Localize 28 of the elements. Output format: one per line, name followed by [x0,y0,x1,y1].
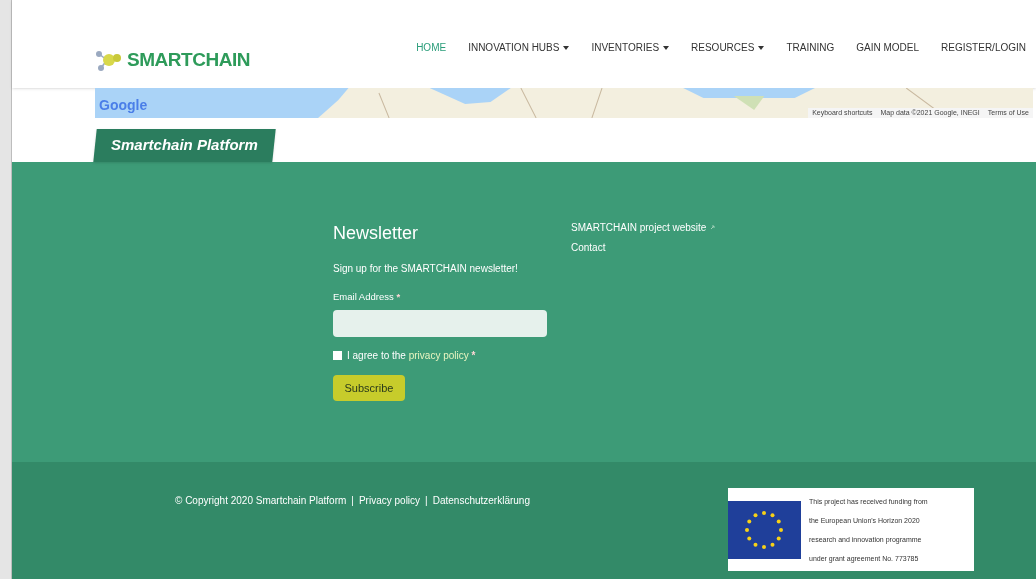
subscribe-button[interactable]: Subscribe [333,375,405,402]
eu-flag-icon [728,500,801,559]
newsletter-intro: Sign up for the SMARTCHAIN newsletter! [333,262,519,276]
external-link-icon [710,225,716,230]
google-logo: Google [99,96,148,115]
email-field[interactable] [333,310,547,338]
nav-link[interactable]: RESOURCES [691,40,765,55]
footer-link[interactable]: Datenschutzerklärung [432,493,530,508]
section-title: Smartchain Platform [111,135,258,156]
footer-link[interactable]: Privacy policy [358,493,421,508]
nav-link[interactable]: TRAINING [786,40,835,55]
agree-text: I agree to the privacy policy * [347,349,476,364]
nav-link[interactable]: GAIN MODEL [856,40,919,55]
nav-link[interactable]: HOME [416,40,447,55]
caret-icon [758,45,765,50]
nav-link[interactable]: INVENTORIES [591,40,670,55]
caret-icon [563,45,570,50]
newsletter-title: Newsletter [333,222,420,245]
separator: | [425,494,428,508]
nav-link[interactable]: REGISTER/LOGIN [941,40,1026,55]
separator: | [351,494,354,508]
logo[interactable]: SMARTCHAIN [95,46,250,75]
copyright-text: © Copyright 2020 Smartchain Platform [175,494,347,508]
nav-link[interactable]: INNOVATION HUBS [468,40,570,55]
email-label: Email Address * [333,290,402,304]
logo-text: SMARTCHAIN [127,48,250,72]
agree-checkbox[interactable] [333,351,342,361]
caret-icon [663,45,670,50]
